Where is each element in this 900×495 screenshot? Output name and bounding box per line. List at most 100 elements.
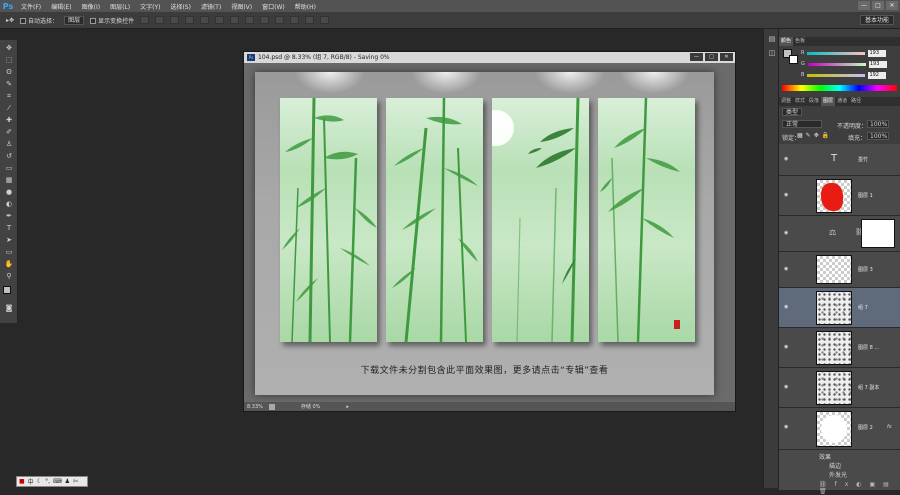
- align-right-button[interactable]: [215, 16, 225, 24]
- distribute-top-button[interactable]: [230, 16, 240, 24]
- ime-logo-icon[interactable]: ■: [19, 478, 25, 485]
- layer-row[interactable]: ◉ 图层 8 ...: [779, 328, 900, 368]
- eye-icon[interactable]: ◉: [784, 344, 788, 350]
- crop-tool-icon[interactable]: ⌗: [4, 92, 14, 101]
- menu-select[interactable]: 选择(S): [165, 2, 196, 11]
- quick-select-tool-icon[interactable]: ✎: [4, 80, 14, 89]
- distribute-center-button[interactable]: [290, 16, 300, 24]
- tab-layers[interactable]: 图层: [821, 97, 836, 106]
- layer-panel-footer-icons[interactable]: ⛓fx◐▣▤🗑: [819, 481, 900, 495]
- eye-icon[interactable]: ◉: [784, 304, 788, 310]
- layer-row[interactable]: ◉ 组 7 副本: [779, 368, 900, 408]
- menu-file[interactable]: 文件(F): [16, 2, 46, 11]
- blend-mode-dropdown[interactable]: 正常: [782, 120, 822, 128]
- eye-icon[interactable]: ◉: [784, 156, 788, 162]
- tab-swatches[interactable]: 色板: [793, 37, 807, 46]
- fx-icon[interactable]: fx: [887, 424, 892, 430]
- menu-help[interactable]: 帮助(H): [290, 2, 321, 11]
- tab-paths[interactable]: 路径: [849, 97, 863, 106]
- auto-align-button[interactable]: [320, 16, 330, 24]
- auto-select-dropdown[interactable]: 图层: [64, 15, 85, 25]
- opacity-input[interactable]: 100%: [867, 120, 889, 128]
- show-transform-checkbox[interactable]: 显示变换控件: [90, 16, 134, 25]
- layer-row[interactable]: ◉ 图层 3: [779, 252, 900, 288]
- dodge-tool-icon[interactable]: ◐: [4, 200, 14, 209]
- effects-label[interactable]: 效果: [819, 452, 831, 461]
- align-center-button[interactable]: [200, 16, 210, 24]
- blue-gradient[interactable]: [807, 73, 866, 77]
- eye-icon[interactable]: ◉: [784, 266, 788, 272]
- doc-close-button[interactable]: ✕: [720, 53, 733, 61]
- history-brush-tool-icon[interactable]: ↺: [4, 152, 14, 161]
- play-icon[interactable]: ▸: [346, 404, 349, 410]
- maximize-button[interactable]: □: [872, 1, 884, 10]
- history-panel-icon[interactable]: ▤: [767, 35, 777, 44]
- tab-styles[interactable]: 样式: [793, 97, 807, 106]
- green-value[interactable]: 193: [868, 60, 887, 68]
- layer-kind-filter[interactable]: 类型: [782, 108, 803, 116]
- stamp-tool-icon[interactable]: ♙: [4, 140, 14, 149]
- eye-icon[interactable]: ◉: [784, 230, 788, 236]
- distribute-left-button[interactable]: [275, 16, 285, 24]
- menu-type[interactable]: 文字(Y): [135, 2, 165, 11]
- gradient-tool-icon[interactable]: ▦: [4, 176, 14, 185]
- lasso-tool-icon[interactable]: ʘ: [4, 68, 14, 77]
- keyboard-icon[interactable]: ⌨: [53, 478, 62, 485]
- green-gradient[interactable]: [807, 62, 866, 66]
- auto-select-checkbox[interactable]: 自动选择：: [20, 16, 58, 25]
- eyedropper-tool-icon[interactable]: ⁄: [4, 104, 14, 113]
- punctuation-icon[interactable]: °,: [45, 478, 50, 485]
- ime-language[interactable]: 中: [28, 477, 34, 486]
- workspace-dropdown[interactable]: 基本功能: [859, 15, 894, 25]
- minimize-button[interactable]: —: [858, 1, 870, 10]
- tab-adjustments[interactable]: 调整: [779, 97, 793, 106]
- quick-mask-icon[interactable]: ◙: [4, 304, 14, 313]
- path-select-tool-icon[interactable]: ➤: [4, 236, 14, 245]
- blue-value[interactable]: 192: [868, 71, 887, 79]
- brush-tool-icon[interactable]: ✐: [4, 128, 14, 137]
- document-canvas[interactable]: 下载文件未分割包含此平面效果图，更多请点击“专辑”查看: [255, 72, 714, 395]
- align-top-button[interactable]: [140, 16, 150, 24]
- lock-icons[interactable]: ▦✎✥🔒: [797, 132, 832, 139]
- tab-paragraph[interactable]: 段落: [807, 97, 821, 106]
- align-left-button[interactable]: [185, 16, 195, 24]
- red-slider[interactable]: R 193: [801, 49, 897, 57]
- distribute-right-button[interactable]: [305, 16, 315, 24]
- marquee-tool-icon[interactable]: ⬚: [4, 56, 14, 65]
- moon-icon[interactable]: ☾: [37, 478, 42, 485]
- align-middle-button[interactable]: [155, 16, 165, 24]
- close-button[interactable]: ✕: [886, 1, 898, 10]
- color-background-swatch[interactable]: [789, 55, 798, 64]
- effect-outer-glow[interactable]: 外发光: [829, 470, 847, 479]
- eye-icon[interactable]: ◉: [784, 384, 788, 390]
- menu-view[interactable]: 视图(V): [226, 2, 257, 11]
- healing-tool-icon[interactable]: ✚: [4, 116, 14, 125]
- distribute-middle-button[interactable]: [245, 16, 255, 24]
- status-menu-icon[interactable]: [268, 403, 275, 410]
- foreground-color-swatch[interactable]: [3, 286, 11, 294]
- eraser-tool-icon[interactable]: ▭: [4, 164, 14, 173]
- color-spectrum-bar[interactable]: [782, 85, 897, 91]
- pen-tool-icon[interactable]: ✒: [4, 212, 14, 221]
- red-value[interactable]: 193: [868, 49, 887, 57]
- align-bottom-button[interactable]: [170, 16, 180, 24]
- user-icon[interactable]: ♟: [65, 478, 70, 485]
- layer-row[interactable]: ◉ 图层 1: [779, 176, 900, 216]
- green-slider[interactable]: G 193: [801, 60, 897, 68]
- properties-panel-icon[interactable]: ◫: [767, 49, 777, 58]
- menu-filter[interactable]: 滤镜(T): [196, 2, 226, 11]
- wrench-icon[interactable]: ✄: [73, 478, 78, 485]
- layer-row[interactable]: ◉ 图层 2 fx: [779, 408, 900, 450]
- zoom-tool-icon[interactable]: ⚲: [4, 272, 14, 281]
- doc-minimize-button[interactable]: —: [690, 53, 703, 61]
- layer-row[interactable]: ◉ ⚖ ⛓: [779, 216, 900, 252]
- eye-icon[interactable]: ◉: [784, 424, 788, 430]
- zoom-level[interactable]: 8.33%: [247, 404, 263, 410]
- tab-channels[interactable]: 通道: [835, 97, 849, 106]
- blur-tool-icon[interactable]: ●: [4, 188, 14, 197]
- menu-window[interactable]: 窗口(W): [257, 2, 290, 11]
- type-tool-icon[interactable]: T: [4, 224, 14, 233]
- hand-tool-icon[interactable]: ✋: [4, 260, 14, 269]
- blue-slider[interactable]: B 192: [801, 71, 897, 79]
- move-tool-icon[interactable]: ▸✥: [6, 17, 14, 24]
